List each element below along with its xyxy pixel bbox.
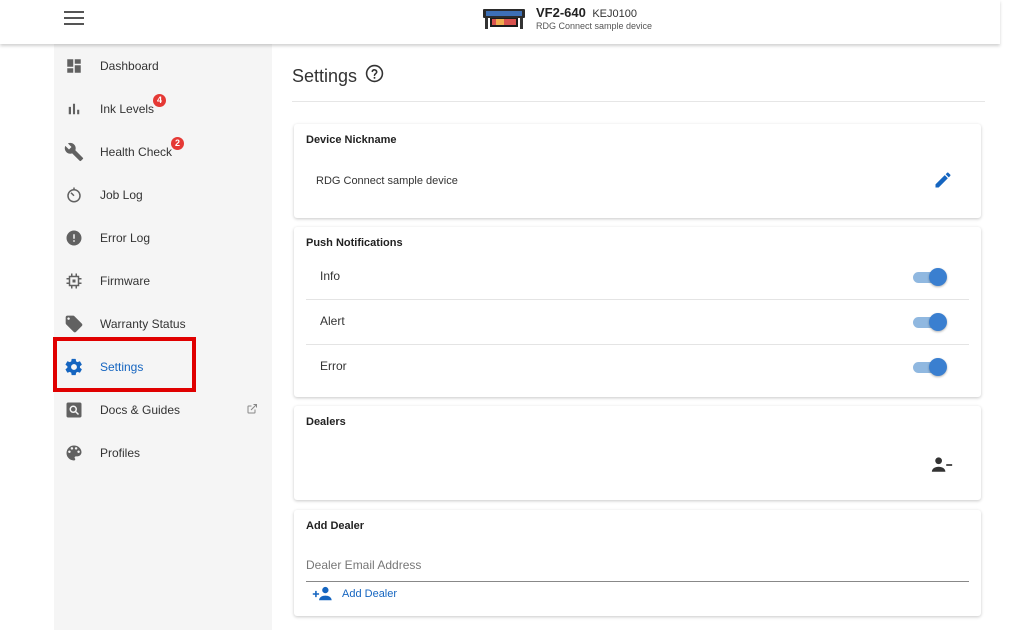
error-toggle[interactable] bbox=[913, 358, 947, 376]
notification-label: Error bbox=[320, 359, 347, 373]
sidebar-item-dashboard[interactable]: Dashboard bbox=[54, 44, 272, 87]
notification-row-error: Error bbox=[306, 345, 969, 389]
info-toggle[interactable] bbox=[913, 268, 947, 286]
sidebar-item-warranty-status[interactable]: Warranty Status bbox=[54, 302, 272, 345]
person-add-icon bbox=[312, 586, 332, 601]
health-check-badge: 2 bbox=[171, 136, 185, 150]
dashboard-icon bbox=[63, 55, 85, 77]
sidebar-item-error-log[interactable]: Error Log bbox=[54, 216, 272, 259]
sidebar-item-label: Ink Levels 4 bbox=[100, 93, 167, 116]
sidebar-item-ink-levels[interactable]: Ink Levels 4 bbox=[54, 87, 272, 130]
sidebar-item-firmware[interactable]: Firmware bbox=[54, 259, 272, 302]
push-notifications-card: Push Notifications Info Alert Error bbox=[294, 227, 981, 397]
person-remove-icon bbox=[931, 457, 953, 472]
device-nickname-card: Device Nickname RDG Connect sample devic… bbox=[294, 124, 981, 218]
sidebar: Dashboard Ink Levels 4 Health Check 2 Job … bbox=[54, 44, 272, 630]
dealer-email-input[interactable] bbox=[306, 548, 969, 582]
external-link-icon bbox=[246, 402, 258, 420]
pencil-icon bbox=[935, 172, 951, 188]
printer-image bbox=[482, 6, 526, 30]
page-title-text: Settings bbox=[292, 65, 358, 86]
gear-icon bbox=[63, 356, 85, 378]
sidebar-item-label: Job Log bbox=[100, 187, 143, 202]
notification-label: Alert bbox=[320, 314, 345, 328]
sidebar-item-label: Settings bbox=[100, 359, 144, 374]
sidebar-item-label: Firmware bbox=[100, 273, 150, 288]
sidebar-item-label: Profiles bbox=[100, 445, 141, 460]
menu-icon[interactable] bbox=[64, 8, 84, 26]
sidebar-item-label: Error Log bbox=[100, 230, 151, 245]
card-title: Dealers bbox=[306, 416, 346, 428]
add-dealer-button[interactable]: Add Dealer bbox=[312, 586, 397, 602]
device-nickname-value: RDG Connect sample device bbox=[316, 175, 458, 187]
palette-icon bbox=[63, 442, 85, 464]
device-model: VF2-640 bbox=[536, 5, 586, 20]
dealers-card: Dealers bbox=[294, 406, 981, 500]
notification-row-alert: Alert bbox=[306, 300, 969, 345]
doc-search-icon bbox=[63, 399, 85, 421]
notification-label: Info bbox=[320, 269, 341, 283]
card-title: Push Notifications bbox=[306, 237, 403, 249]
alert-toggle[interactable] bbox=[913, 313, 947, 331]
timer-icon bbox=[63, 184, 85, 206]
sidebar-item-profiles[interactable]: Profiles bbox=[54, 431, 272, 474]
sidebar-item-label: Dashboard bbox=[100, 58, 159, 73]
bar-chart-icon bbox=[63, 98, 85, 120]
title-divider bbox=[292, 101, 985, 102]
device-header: VF2-640 KEJ0100 RDG Connect sample devic… bbox=[482, 4, 652, 31]
main-content: Settings Device Nickname RDG Connect sam… bbox=[272, 44, 1000, 630]
error-icon bbox=[63, 227, 85, 249]
remove-dealer-button[interactable] bbox=[931, 456, 953, 479]
sidebar-item-health-check[interactable]: Health Check 2 bbox=[54, 130, 272, 173]
sidebar-item-label: Health Check 2 bbox=[100, 136, 185, 159]
card-title: Add Dealer bbox=[306, 520, 365, 532]
top-bar: VF2-640 KEJ0100 RDG Connect sample devic… bbox=[0, 0, 1000, 44]
health-check-label: Health Check bbox=[100, 144, 173, 159]
sidebar-item-label: Docs & Guides bbox=[100, 402, 181, 417]
help-icon[interactable] bbox=[365, 64, 384, 88]
chip-icon bbox=[63, 270, 85, 292]
ink-levels-badge: 4 bbox=[153, 93, 167, 107]
tag-icon bbox=[63, 313, 85, 335]
ink-levels-label: Ink Levels bbox=[100, 101, 155, 116]
sidebar-item-docs-guides[interactable]: Docs & Guides bbox=[54, 388, 272, 431]
add-dealer-label: Add Dealer bbox=[342, 588, 398, 600]
page-title: Settings bbox=[292, 64, 384, 88]
device-serial: KEJ0100 bbox=[592, 8, 637, 20]
device-subtitle: RDG Connect sample device bbox=[536, 20, 653, 31]
sidebar-item-label: Warranty Status bbox=[100, 316, 186, 331]
edit-nickname-button[interactable] bbox=[933, 170, 953, 195]
add-dealer-card: Add Dealer Add Dealer bbox=[294, 510, 981, 616]
sidebar-item-settings[interactable]: Settings bbox=[54, 345, 272, 388]
notification-row-info: Info bbox=[306, 255, 969, 300]
card-title: Device Nickname bbox=[306, 134, 397, 146]
wrench-icon bbox=[63, 141, 85, 163]
sidebar-item-job-log[interactable]: Job Log bbox=[54, 173, 272, 216]
